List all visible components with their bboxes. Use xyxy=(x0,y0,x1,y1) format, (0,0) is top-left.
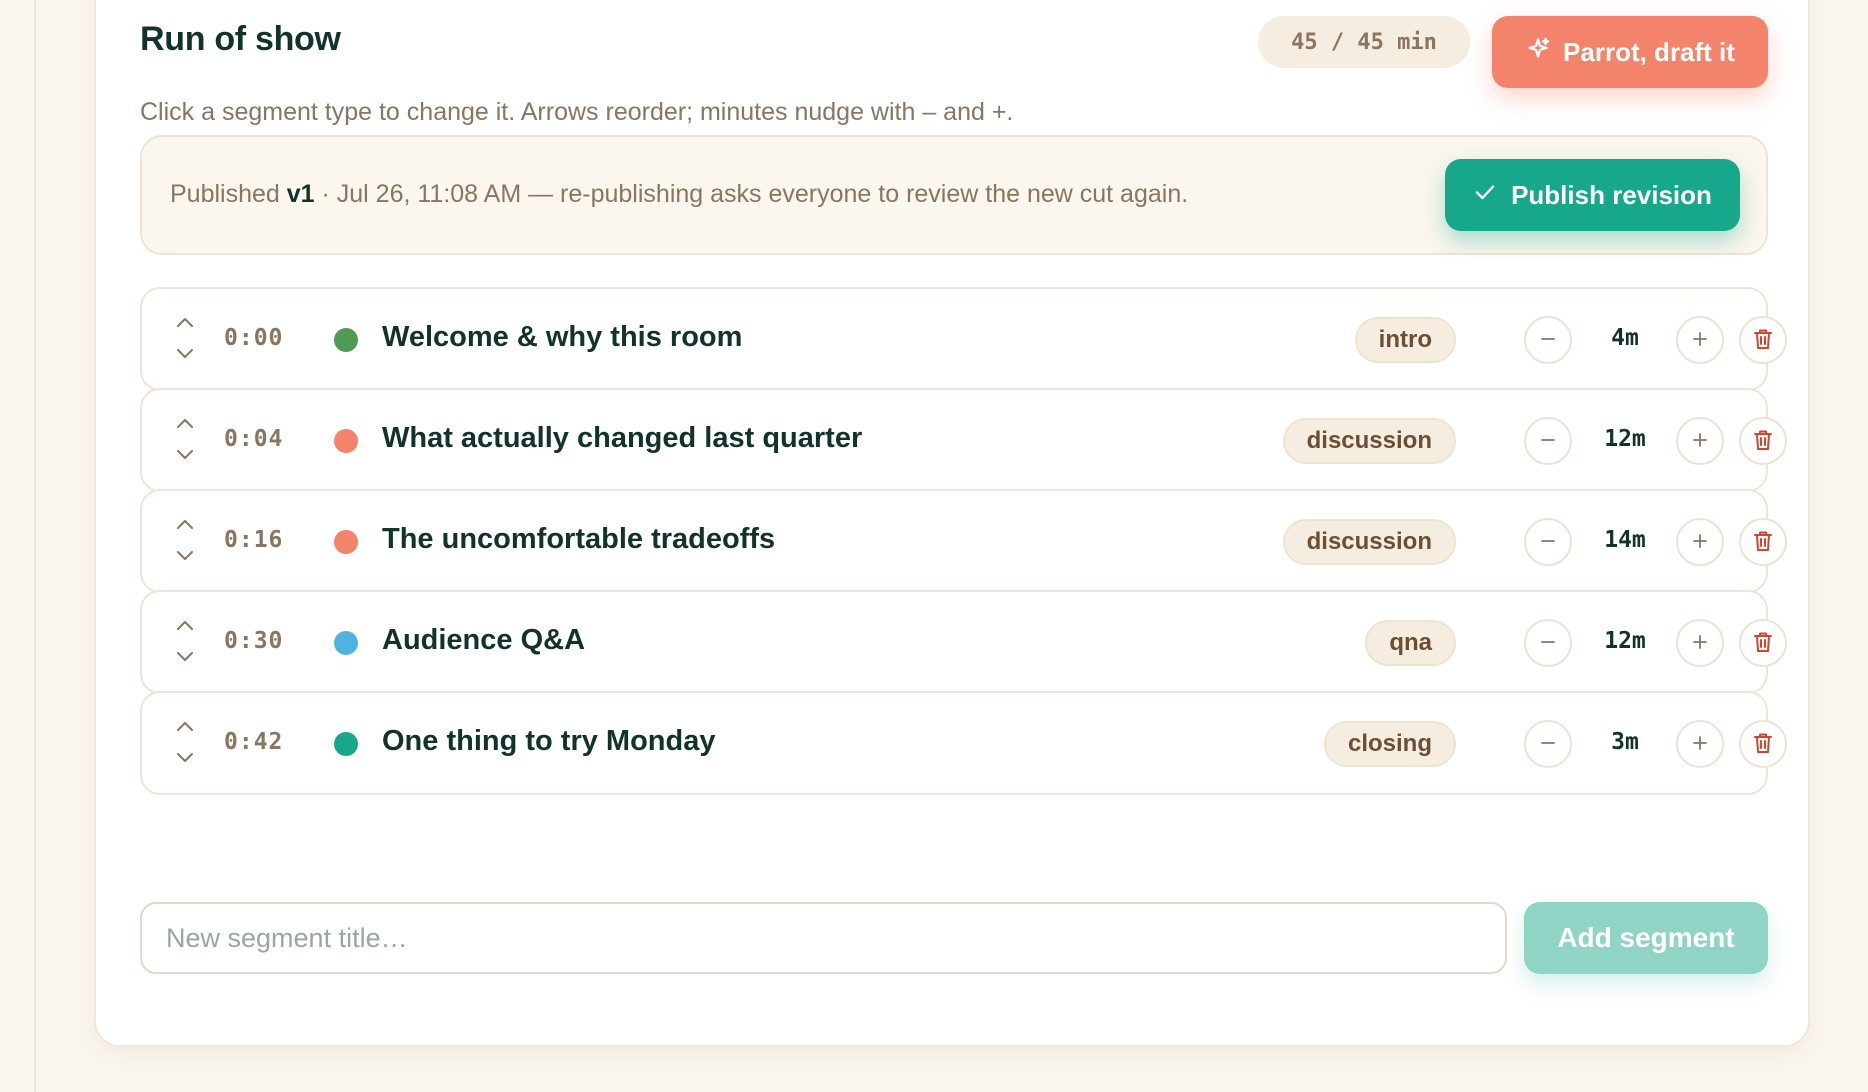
segment-start-time: 0:04 xyxy=(224,426,284,452)
trash-icon xyxy=(1752,630,1774,657)
publish-status-details: · Jul 26, 11:08 AM — re-publishing asks … xyxy=(314,180,1189,208)
segment-type-dot xyxy=(334,732,358,756)
segment-type-chip[interactable]: qna xyxy=(1365,620,1456,666)
segment-type-dot xyxy=(334,631,358,655)
plus-icon xyxy=(1690,430,1710,453)
segment-start-time: 0:00 xyxy=(224,325,284,351)
segment-row: 0:00 Welcome & why this room intro 4m xyxy=(140,287,1787,391)
chevron-down-icon[interactable] xyxy=(174,547,196,563)
delete-segment-button[interactable] xyxy=(1739,518,1787,566)
plus-icon xyxy=(1690,329,1710,352)
publish-status-prefix: Published xyxy=(170,180,287,208)
new-segment-title-input[interactable] xyxy=(140,902,1507,974)
publish-revision-label: Publish revision xyxy=(1511,179,1712,210)
chevron-down-icon[interactable] xyxy=(174,648,196,664)
publish-banner: Published v1 · Jul 26, 11:08 AM — re-pub… xyxy=(140,135,1768,255)
reorder-controls xyxy=(174,618,196,668)
add-segment-button[interactable]: Add segment xyxy=(1524,902,1768,974)
instructions-text: Click a segment type to change it. Arrow… xyxy=(140,98,1014,126)
minus-icon xyxy=(1538,430,1558,453)
delete-segment-button[interactable] xyxy=(1739,619,1787,667)
chevron-up-icon[interactable] xyxy=(174,416,196,432)
segment-row: 0:16 The uncomfortable tradeoffs discuss… xyxy=(140,489,1787,593)
reorder-controls xyxy=(174,416,196,466)
trash-icon xyxy=(1752,327,1774,354)
delete-segment-button[interactable] xyxy=(1739,316,1787,364)
increase-minutes-button[interactable] xyxy=(1676,720,1724,768)
segment-start-time: 0:30 xyxy=(224,628,284,654)
segment-start-time: 0:16 xyxy=(224,527,284,553)
total-minutes-badge: 45 / 45 min xyxy=(1258,16,1470,68)
decrease-minutes-button[interactable] xyxy=(1524,720,1572,768)
trash-icon xyxy=(1752,428,1774,455)
reorder-controls xyxy=(174,517,196,567)
segment-type-dot xyxy=(334,429,358,453)
chevron-up-icon[interactable] xyxy=(174,618,196,634)
segment-title[interactable]: Audience Q&A xyxy=(382,624,585,657)
published-version: v1 xyxy=(286,180,315,208)
segment-minutes: 3m xyxy=(1611,729,1639,755)
increase-minutes-button[interactable] xyxy=(1676,417,1724,465)
plus-icon xyxy=(1690,632,1710,655)
draft-button[interactable]: Parrot, draft it xyxy=(1492,16,1768,88)
publish-status-text: Published v1 · Jul 26, 11:08 AM — re-pub… xyxy=(170,180,1188,209)
minus-icon xyxy=(1538,329,1558,352)
chevron-up-icon[interactable] xyxy=(174,719,196,735)
minus-icon xyxy=(1538,733,1558,756)
segment-type-chip[interactable]: discussion xyxy=(1282,418,1456,464)
trash-icon xyxy=(1752,731,1774,758)
left-rail xyxy=(0,0,36,1092)
plus-icon xyxy=(1690,733,1710,756)
chevron-up-icon[interactable] xyxy=(174,315,196,331)
increase-minutes-button[interactable] xyxy=(1676,316,1724,364)
page-title: Run of show xyxy=(140,20,341,58)
decrease-minutes-button[interactable] xyxy=(1524,316,1572,364)
segment-start-time: 0:42 xyxy=(224,729,284,755)
segment-type-chip[interactable]: intro xyxy=(1354,317,1456,363)
sparkle-icon xyxy=(1525,36,1551,69)
segment-type-chip[interactable]: discussion xyxy=(1282,519,1456,565)
chevron-down-icon[interactable] xyxy=(174,446,196,462)
segment-row: 0:04 What actually changed last quarter … xyxy=(140,388,1787,492)
decrease-minutes-button[interactable] xyxy=(1524,417,1572,465)
segment-minutes: 14m xyxy=(1604,527,1646,553)
chevron-up-icon[interactable] xyxy=(174,517,196,533)
increase-minutes-button[interactable] xyxy=(1676,518,1724,566)
minus-icon xyxy=(1538,632,1558,655)
segment-minutes: 12m xyxy=(1604,426,1646,452)
check-icon xyxy=(1473,180,1497,211)
segment-title[interactable]: What actually changed last quarter xyxy=(382,422,862,455)
segment-row: 0:30 Audience Q&A qna 12m xyxy=(140,590,1787,694)
delete-segment-button[interactable] xyxy=(1739,417,1787,465)
segment-title[interactable]: Welcome & why this room xyxy=(382,321,742,354)
delete-segment-button[interactable] xyxy=(1739,720,1787,768)
segment-title[interactable]: The uncomfortable tradeoffs xyxy=(382,523,775,556)
chevron-down-icon[interactable] xyxy=(174,345,196,361)
segment-type-dot xyxy=(334,530,358,554)
plus-icon xyxy=(1690,531,1710,554)
decrease-minutes-button[interactable] xyxy=(1524,619,1572,667)
reorder-controls xyxy=(174,719,196,769)
publish-revision-button[interactable]: Publish revision xyxy=(1445,159,1740,231)
segment-minutes: 12m xyxy=(1604,628,1646,654)
decrease-minutes-button[interactable] xyxy=(1524,518,1572,566)
trash-icon xyxy=(1752,529,1774,556)
reorder-controls xyxy=(174,315,196,365)
run-of-show-card: Run of show 45 / 45 min Parrot, draft it… xyxy=(94,0,1810,1047)
segment-minutes: 4m xyxy=(1611,325,1639,351)
segment-type-dot xyxy=(334,328,358,352)
draft-button-label: Parrot, draft it xyxy=(1563,36,1735,67)
chevron-down-icon[interactable] xyxy=(174,749,196,765)
segment-row: 0:42 One thing to try Monday closing 3m xyxy=(140,691,1787,795)
minus-icon xyxy=(1538,531,1558,554)
increase-minutes-button[interactable] xyxy=(1676,619,1724,667)
segment-type-chip[interactable]: closing xyxy=(1323,721,1456,767)
segment-title[interactable]: One thing to try Monday xyxy=(382,725,716,758)
